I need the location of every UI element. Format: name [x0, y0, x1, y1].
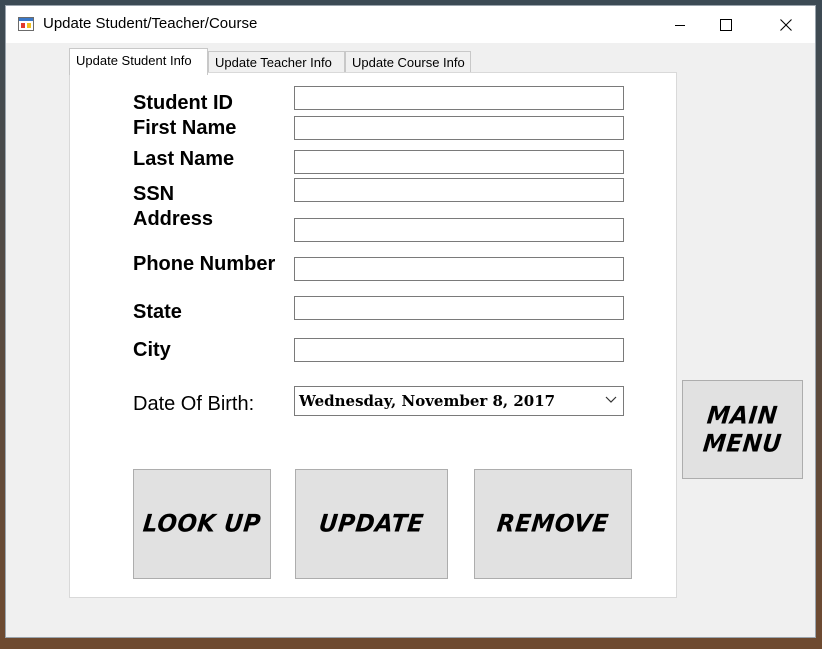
student-info-panel: Student ID First Name Last Name SSN Addr… [69, 72, 677, 598]
first-name-label: First Name [133, 117, 237, 139]
main-menu-label-line2: MENU [701, 429, 784, 458]
main-menu-button[interactable]: MAIN MENU [682, 380, 803, 479]
chevron-down-icon[interactable] [605, 396, 617, 404]
last-name-field[interactable] [294, 150, 624, 174]
date-of-birth-label: Date Of Birth: [133, 393, 255, 415]
ssn-label: SSN [133, 183, 175, 205]
maximize-icon [720, 18, 732, 31]
remove-label: REMOVE [495, 510, 611, 538]
phone-number-field[interactable] [294, 257, 624, 281]
update-label: UPDATE [317, 510, 426, 538]
address-field[interactable] [294, 218, 624, 242]
main-menu-label-line1: MAIN [705, 401, 780, 430]
main-window: Update Student/Teacher/Course Update Stu… [5, 5, 816, 638]
look-up-button[interactable]: LOOK UP [133, 469, 271, 579]
tab-update-student-info[interactable]: Update Student Info [69, 48, 208, 75]
tab-update-course-info[interactable]: Update Course Info [345, 51, 471, 73]
update-button[interactable]: UPDATE [295, 469, 448, 579]
last-name-label: Last Name [133, 148, 235, 170]
city-label: City [133, 339, 171, 361]
address-label: Address [133, 208, 214, 230]
title-bar[interactable]: Update Student/Teacher/Course [6, 6, 815, 43]
minimize-icon [675, 24, 685, 26]
maximize-button[interactable] [703, 6, 749, 43]
date-of-birth-picker[interactable]: Wednesday, November 8, 2017 [294, 386, 624, 416]
student-id-label: Student ID [133, 92, 233, 114]
phone-number-label: Phone Number [133, 253, 276, 275]
close-button[interactable] [763, 6, 809, 43]
look-up-label: LOOK UP [141, 510, 263, 538]
app-icon [18, 17, 34, 31]
ssn-field[interactable] [294, 178, 624, 202]
date-of-birth-value: Wednesday, November 8, 2017 [299, 392, 556, 410]
city-field[interactable] [294, 338, 624, 362]
minimize-button[interactable] [657, 6, 703, 43]
tab-update-teacher-info[interactable]: Update Teacher Info [208, 51, 345, 73]
first-name-field[interactable] [294, 116, 624, 140]
state-field[interactable] [294, 296, 624, 320]
close-icon [780, 18, 792, 31]
student-id-field[interactable] [294, 86, 624, 110]
state-label: State [133, 301, 182, 323]
window-title: Update Student/Teacher/Course [43, 15, 258, 32]
remove-button[interactable]: REMOVE [474, 469, 632, 579]
